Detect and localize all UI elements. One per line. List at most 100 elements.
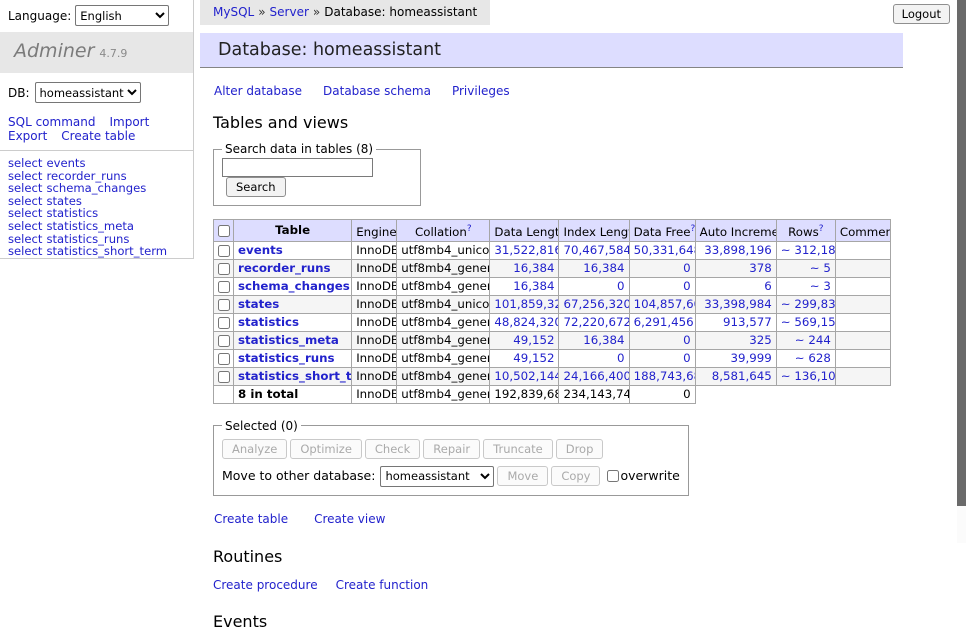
data-free-link[interactable]: 0 xyxy=(683,261,691,275)
rows-count-link[interactable]: ~ 244 xyxy=(795,333,831,347)
table-link[interactable]: statistics_meta xyxy=(238,333,339,347)
table-link[interactable]: events xyxy=(238,243,283,257)
data-free-link[interactable]: 188,743,680 xyxy=(634,369,696,383)
index-length-link[interactable]: 70,467,584 xyxy=(563,243,629,257)
move-button[interactable]: Move xyxy=(497,466,548,486)
rows-count-link[interactable]: ~ 628 xyxy=(795,351,831,365)
data-length-link[interactable]: 49,152 xyxy=(513,333,554,347)
data-length-link[interactable]: 48,824,320 xyxy=(494,315,559,329)
data-free-link[interactable]: 104,857,600 xyxy=(634,297,696,311)
table-name-link[interactable]: events xyxy=(46,156,85,170)
logout-button[interactable]: Logout xyxy=(893,4,950,24)
row-checkbox[interactable] xyxy=(218,317,230,329)
data-length-link[interactable]: 10,502,144 xyxy=(494,369,559,383)
db-select[interactable]: homeassistant xyxy=(35,82,141,103)
rows-count-link[interactable]: ~ 3 xyxy=(810,279,831,293)
total-data-free: 0 xyxy=(629,385,695,403)
truncate-button[interactable]: Truncate xyxy=(483,439,553,459)
index-length-link[interactable]: 24,166,400 xyxy=(563,369,629,383)
help-link[interactable]: ? xyxy=(819,224,824,234)
index-length-link[interactable]: 16,384 xyxy=(583,333,624,347)
create-table-link[interactable]: Create table xyxy=(214,512,288,526)
data-length-link[interactable]: 16,384 xyxy=(513,261,554,275)
data-free-link[interactable]: 0 xyxy=(683,279,691,293)
select-link[interactable]: select xyxy=(8,219,42,233)
vertical-scrollbar[interactable] xyxy=(957,0,966,543)
data-length-link[interactable]: 31,522,816 xyxy=(494,243,559,257)
row-checkbox[interactable] xyxy=(218,245,230,257)
overwrite-checkbox[interactable] xyxy=(607,470,619,482)
search-input[interactable] xyxy=(222,158,373,177)
index-length-link[interactable]: 72,220,672 xyxy=(563,315,629,329)
create-view-link[interactable]: Create view xyxy=(314,512,385,526)
create-function-link[interactable]: Create function xyxy=(336,578,429,592)
index-length-link[interactable]: 0 xyxy=(617,279,625,293)
index-length-link[interactable]: 67,256,320 xyxy=(563,297,629,311)
drop-button[interactable]: Drop xyxy=(556,439,604,459)
optimize-button[interactable]: Optimize xyxy=(290,439,362,459)
repair-button[interactable]: Repair xyxy=(423,439,480,459)
auto-increment-link[interactable]: 33,398,984 xyxy=(704,297,772,311)
index-length-link[interactable]: 16,384 xyxy=(583,261,624,275)
rows-count-link[interactable]: ~ 5 xyxy=(810,261,831,275)
import-link[interactable]: Import xyxy=(109,115,149,129)
breadcrumb-link-server[interactable]: Server xyxy=(270,5,309,19)
data-free-link[interactable]: 6,291,456 xyxy=(634,315,694,329)
analyze-button[interactable]: Analyze xyxy=(222,439,287,459)
auto-increment-link[interactable]: 6 xyxy=(764,279,772,293)
index-length-link[interactable]: 0 xyxy=(617,351,625,365)
table-link[interactable]: statistics_runs xyxy=(238,351,335,365)
help-link[interactable]: ? xyxy=(691,224,696,234)
database-schema-link[interactable]: Database schema xyxy=(323,84,431,98)
export-link[interactable]: Export xyxy=(8,129,47,143)
table-link[interactable]: statistics xyxy=(238,315,299,329)
table-link[interactable]: schema_changes xyxy=(238,279,350,293)
breadcrumb-link-mysql[interactable]: MySQL xyxy=(213,5,254,19)
scrollbar-thumb[interactable] xyxy=(957,0,966,506)
row-checkbox[interactable] xyxy=(218,299,230,311)
privileges-link[interactable]: Privileges xyxy=(452,84,510,98)
row-checkbox[interactable] xyxy=(218,371,230,383)
table-name-link[interactable]: statistics_short_term xyxy=(46,244,167,258)
move-db-select[interactable]: homeassistant xyxy=(380,466,494,487)
data-length-link[interactable]: 16,384 xyxy=(513,279,554,293)
data-length-link[interactable]: 49,152 xyxy=(513,351,554,365)
table-link[interactable]: states xyxy=(238,297,279,311)
data-length-link[interactable]: 101,859,328 xyxy=(494,297,559,311)
row-checkbox[interactable] xyxy=(218,281,230,293)
check-button[interactable]: Check xyxy=(365,439,420,459)
rows-count-link[interactable]: ~ 569,159 xyxy=(781,315,836,329)
rows-count-link[interactable]: ~ 136,108 xyxy=(781,369,836,383)
create-procedure-link[interactable]: Create procedure xyxy=(213,578,318,592)
row-checkbox[interactable] xyxy=(218,335,230,347)
rows-count-link[interactable]: ~ 299,833 xyxy=(781,297,836,311)
select-link[interactable]: select xyxy=(8,244,42,258)
language-select[interactable]: English xyxy=(75,5,169,26)
table-link[interactable]: statistics_short_term xyxy=(238,369,352,383)
language-label: Language: xyxy=(8,9,71,23)
search-button[interactable]: Search xyxy=(226,177,286,197)
data-free-link[interactable]: 0 xyxy=(683,351,691,365)
auto-increment-link[interactable]: 913,577 xyxy=(723,315,772,329)
rows-count-link[interactable]: ~ 312,180 xyxy=(781,243,836,257)
select-link[interactable]: select xyxy=(8,156,42,170)
totals-row: 8 in total InnoDB utf8mb4_general_ci 192… xyxy=(214,385,891,403)
comment-cell xyxy=(835,349,890,367)
sql-command-link[interactable]: SQL command xyxy=(8,115,95,129)
data-free-link[interactable]: 0 xyxy=(683,333,691,347)
auto-increment-link[interactable]: 33,898,196 xyxy=(704,243,772,257)
create-table-link-sidebar[interactable]: Create table xyxy=(61,129,135,143)
data-free-link[interactable]: 50,331,648 xyxy=(634,243,696,257)
row-checkbox[interactable] xyxy=(218,263,230,275)
auto-increment-link[interactable]: 378 xyxy=(749,261,772,275)
auto-increment-link[interactable]: 8,581,645 xyxy=(712,369,772,383)
alter-database-link[interactable]: Alter database xyxy=(214,84,302,98)
auto-increment-link[interactable]: 39,999 xyxy=(730,351,771,365)
select-all-checkbox[interactable] xyxy=(218,225,230,237)
auto-increment-link[interactable]: 325 xyxy=(749,333,772,347)
table-link[interactable]: recorder_runs xyxy=(238,261,331,275)
copy-button[interactable]: Copy xyxy=(551,466,600,486)
table-name-link[interactable]: statistics_meta xyxy=(46,219,134,233)
row-checkbox[interactable] xyxy=(218,353,230,365)
help-link[interactable]: ? xyxy=(467,224,472,234)
